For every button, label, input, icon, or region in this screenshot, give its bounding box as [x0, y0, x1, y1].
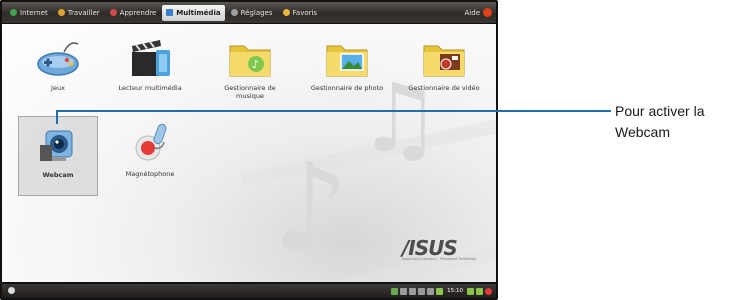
- tab-label: Apprendre: [119, 8, 157, 17]
- app-label: Webcam: [42, 171, 74, 179]
- app-gestionnaire-video[interactable]: Gestionnaire de vidéo: [404, 30, 484, 110]
- tab-label: Travailler: [67, 8, 100, 17]
- film-icon: [166, 9, 174, 16]
- app-webcam[interactable]: Webcam: [18, 116, 98, 196]
- tab-label: Favoris: [292, 8, 318, 17]
- app-magnetophone[interactable]: Magnétophone: [110, 116, 190, 196]
- callout-line: [56, 110, 611, 112]
- volume-icon[interactable]: [427, 287, 435, 295]
- clapperboard-icon: [126, 34, 174, 82]
- display-icon[interactable]: [418, 287, 426, 295]
- app-gestionnaire-musique[interactable]: ♪ Gestionnaire de musique: [210, 30, 290, 110]
- book-icon: [109, 9, 117, 16]
- photo-folder-icon: [323, 34, 371, 82]
- app-label: Lecteur multimédia: [118, 84, 182, 92]
- callout-tick: [56, 110, 58, 124]
- keyboard-icon[interactable]: [409, 287, 417, 295]
- asus-logo: /ISUS Inspiring Innovation · Persistent …: [402, 236, 476, 261]
- tab-internet[interactable]: Internet: [6, 5, 52, 20]
- video-folder-icon: [420, 34, 468, 82]
- app-gestionnaire-photo[interactable]: Gestionnaire de photo: [307, 30, 387, 110]
- app-label: Gestionnaire de vidéo: [408, 84, 480, 92]
- gamepad-icon: [34, 34, 82, 82]
- app-label: Jeux: [51, 84, 65, 92]
- system-tray: 15:10: [391, 286, 492, 296]
- app-jeux[interactable]: Jeux: [18, 30, 98, 110]
- tab-label: Internet: [20, 8, 48, 17]
- tab-label: Multimédia: [176, 8, 221, 17]
- wifi-icon[interactable]: [436, 287, 444, 295]
- battery-icon[interactable]: [400, 287, 408, 295]
- tab-reglages[interactable]: Réglages: [227, 5, 277, 20]
- power-icon[interactable]: [485, 287, 492, 295]
- help-label: Aide: [464, 8, 480, 17]
- network-icon[interactable]: [391, 287, 399, 295]
- tab-multimedia[interactable]: Multimédia: [162, 4, 225, 21]
- update-icon[interactable]: [476, 287, 483, 295]
- star-icon: [282, 9, 290, 16]
- callout-text: Pour activer la Webcam: [615, 103, 705, 140]
- music-folder-icon: ♪: [226, 34, 274, 82]
- app-label: Magnétophone: [125, 170, 175, 178]
- status-icon[interactable]: [467, 287, 474, 295]
- webcam-icon: [34, 121, 82, 169]
- app-label: Gestionnaire de photo: [310, 84, 384, 92]
- microphone-icon: [126, 120, 174, 168]
- help-icon: [483, 8, 492, 17]
- tab-apprendre[interactable]: Apprendre: [106, 5, 161, 20]
- category-tab-bar: Internet Travailler Apprendre Multimédia…: [2, 2, 496, 23]
- app-label: Gestionnaire de musique: [224, 84, 276, 100]
- taskbar: 15:10: [2, 284, 496, 298]
- brand-tagline: Inspiring Innovation · Persistent Perfec…: [402, 257, 477, 261]
- home-icon[interactable]: [8, 287, 15, 294]
- briefcase-icon: [57, 9, 65, 16]
- tab-favoris[interactable]: Favoris: [279, 5, 322, 20]
- app-grid-area: ♪ ♫ Jeux Lecteur multimédia ♪ Gestionnai…: [2, 24, 496, 282]
- app-lecteur-multimedia[interactable]: Lecteur multimédia: [110, 30, 190, 110]
- tab-label: Réglages: [240, 8, 273, 17]
- help-button[interactable]: Aide: [465, 8, 496, 17]
- globe-icon: [10, 9, 17, 16]
- eeepc-screen: Internet Travailler Apprendre Multimédia…: [0, 0, 498, 300]
- tab-travailler[interactable]: Travailler: [54, 5, 104, 20]
- svg-text:♪: ♪: [252, 58, 259, 71]
- clock: 15:10: [447, 288, 463, 294]
- gear-icon: [230, 9, 238, 16]
- music-note-decoration: ♪: [272, 139, 349, 278]
